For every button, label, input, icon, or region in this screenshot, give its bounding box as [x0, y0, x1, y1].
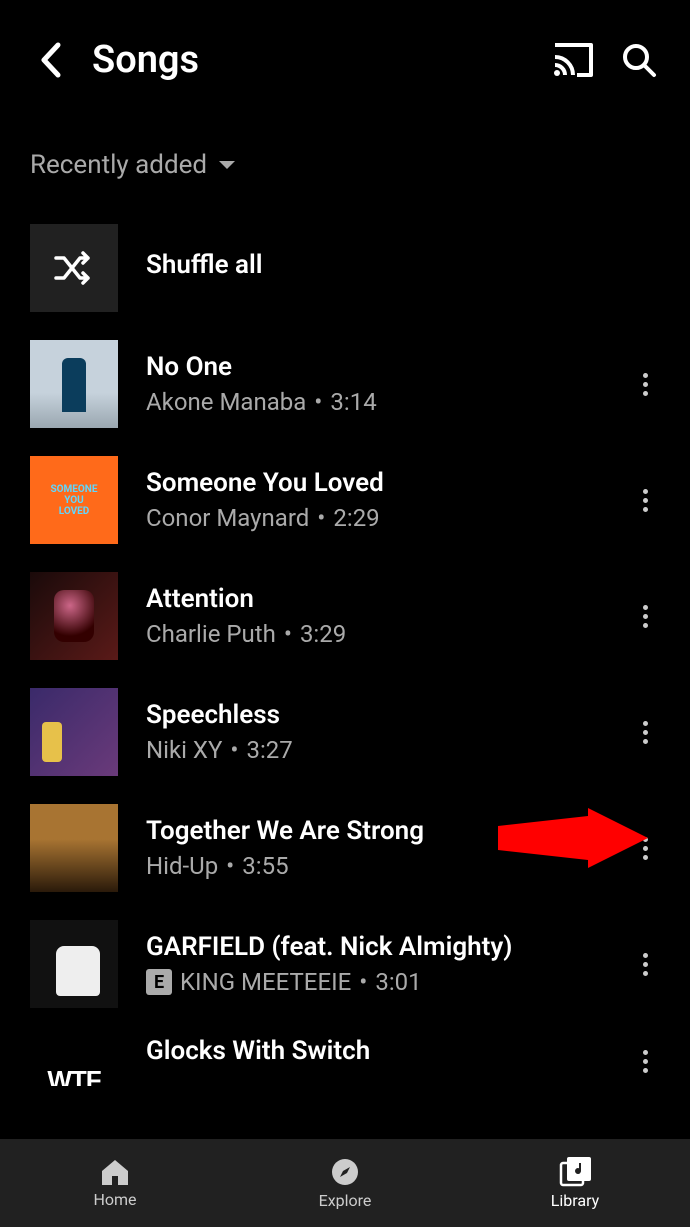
song-row[interactable]: Attention Charlie Puth•3:29 — [0, 558, 690, 674]
header: Songs — [0, 0, 690, 120]
sort-label: Recently added — [30, 150, 207, 180]
chevron-down-icon — [217, 159, 237, 171]
nav-explore[interactable]: Explore — [230, 1139, 460, 1227]
album-art: SOMEONE YOU LOVED — [30, 456, 118, 544]
nav-library[interactable]: Library — [460, 1139, 690, 1227]
nav-home[interactable]: Home — [0, 1139, 230, 1227]
song-subtitle: Hid-Up•3:55 — [146, 852, 630, 880]
nav-label: Explore — [319, 1191, 372, 1210]
album-art — [30, 920, 118, 1008]
album-art: WTF — [30, 1036, 118, 1086]
album-art — [30, 804, 118, 892]
song-more-button[interactable] — [630, 359, 660, 409]
song-subtitle: Niki XY•3:27 — [146, 736, 630, 764]
song-subtitle: E KING MEETEEIE•3:01 — [146, 968, 630, 996]
song-row[interactable]: GARFIELD (feat. Nick Almighty) E KING ME… — [0, 906, 690, 1022]
song-title: Together We Are Strong — [146, 816, 630, 846]
song-title: Glocks With Switch — [146, 1036, 630, 1066]
nav-label: Home — [93, 1190, 136, 1209]
song-row[interactable]: WTF Glocks With Switch — [0, 1022, 690, 1086]
search-button[interactable] — [618, 39, 660, 81]
shuffle-all-button[interactable]: Shuffle all — [0, 210, 690, 326]
library-icon — [559, 1157, 591, 1187]
song-more-button[interactable] — [630, 939, 660, 989]
album-art — [30, 340, 118, 428]
song-row[interactable]: SOMEONE YOU LOVED Someone You Loved Cono… — [0, 442, 690, 558]
song-subtitle: Conor Maynard•2:29 — [146, 504, 630, 532]
song-subtitle: Akone Manaba•3:14 — [146, 388, 630, 416]
shuffle-icon — [53, 250, 95, 286]
song-row[interactable]: Together We Are Strong Hid-Up•3:55 — [0, 790, 690, 906]
compass-icon — [330, 1157, 360, 1187]
search-icon — [621, 42, 657, 78]
song-more-button[interactable] — [630, 1036, 660, 1086]
explicit-badge: E — [146, 969, 172, 995]
page-title: Songs — [92, 38, 528, 82]
shuffle-icon-container — [30, 224, 118, 312]
song-title: Someone You Loved — [146, 468, 630, 498]
sort-dropdown[interactable]: Recently added — [0, 150, 690, 180]
song-row[interactable]: No One Akone Manaba•3:14 — [0, 326, 690, 442]
song-more-button[interactable] — [630, 475, 660, 525]
album-art — [30, 688, 118, 776]
song-more-button[interactable] — [630, 591, 660, 641]
cast-icon — [553, 43, 593, 77]
song-subtitle: Charlie Puth•3:29 — [146, 620, 630, 648]
album-art — [30, 572, 118, 660]
nav-label: Library — [551, 1191, 599, 1210]
song-more-button-4[interactable] — [630, 823, 660, 873]
song-title: Attention — [146, 584, 630, 614]
cast-button[interactable] — [552, 39, 594, 81]
back-button[interactable] — [30, 40, 70, 80]
song-row[interactable]: Speechless Niki XY•3:27 — [0, 674, 690, 790]
bottom-nav: Home Explore Library — [0, 1139, 690, 1227]
song-title: GARFIELD (feat. Nick Almighty) — [146, 932, 630, 962]
chevron-left-icon — [39, 42, 61, 78]
home-icon — [100, 1158, 130, 1186]
song-title: No One — [146, 352, 630, 382]
song-title: Speechless — [146, 700, 630, 730]
song-list: Shuffle all No One Akone Manaba•3:14 SOM… — [0, 210, 690, 1086]
shuffle-label: Shuffle all — [146, 250, 660, 280]
song-more-button[interactable] — [630, 707, 660, 757]
